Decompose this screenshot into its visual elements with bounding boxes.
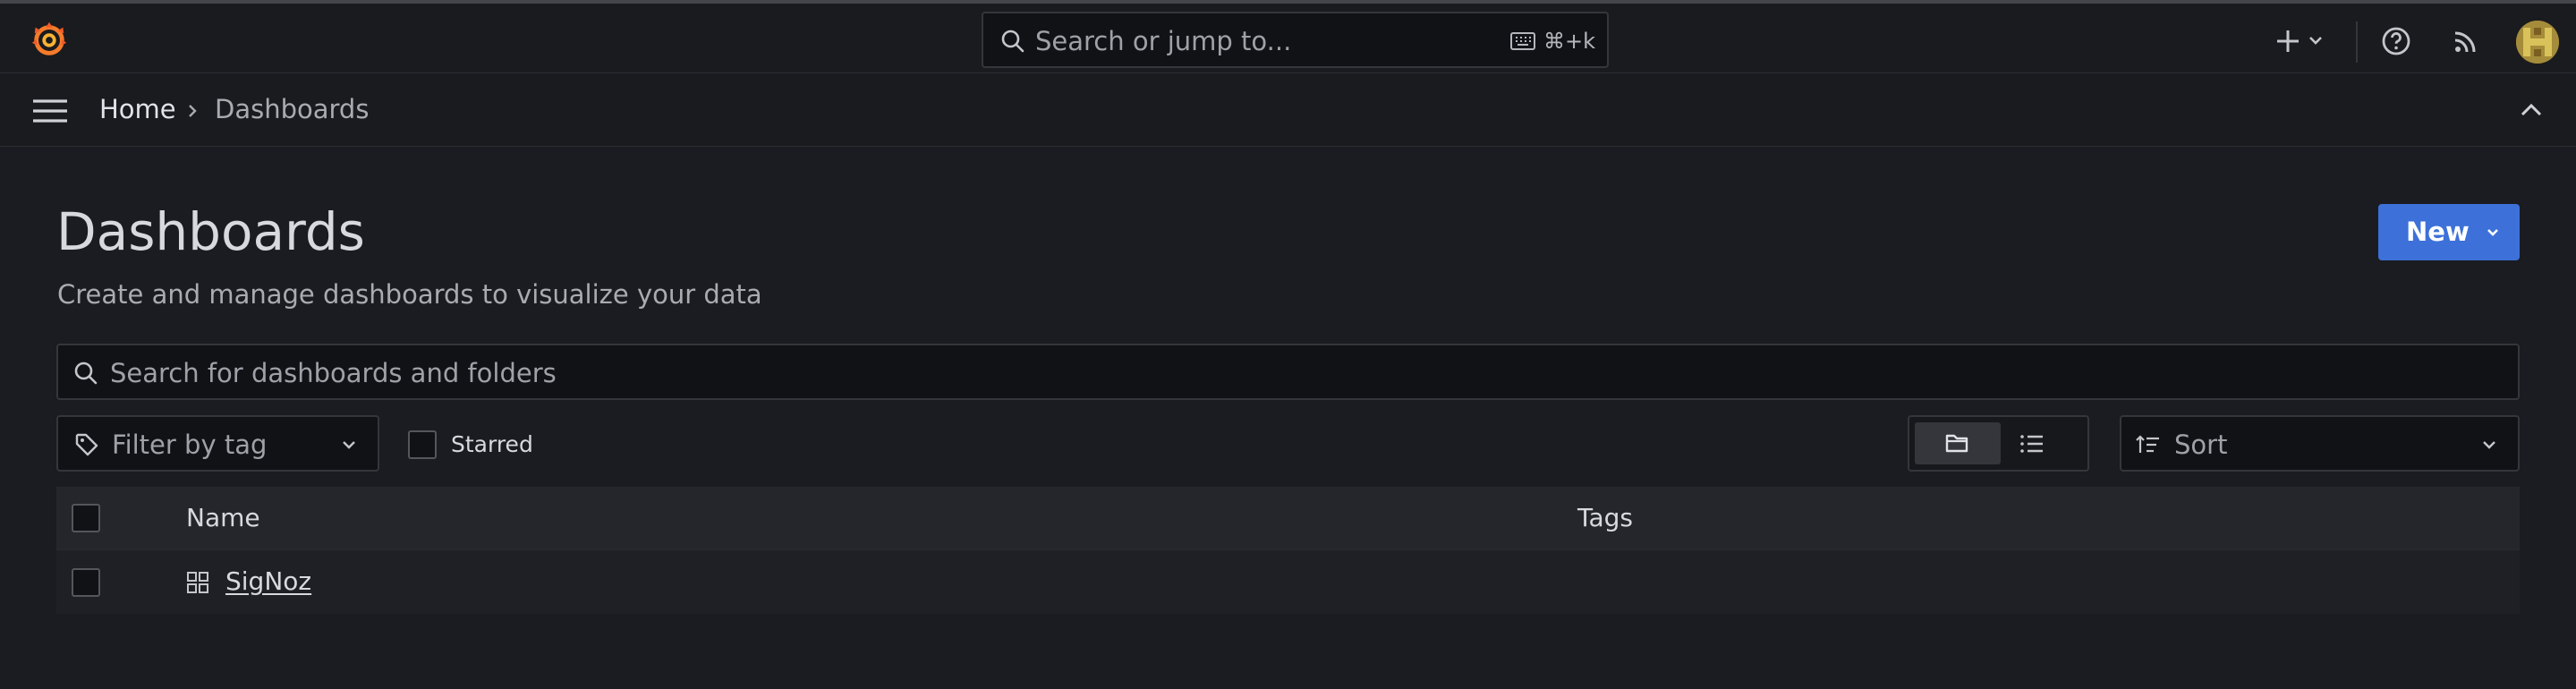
search-icon bbox=[74, 362, 98, 385]
starred-checkbox[interactable] bbox=[408, 430, 437, 459]
global-search-placeholder: Search or jump to... bbox=[1035, 26, 1292, 56]
help-icon[interactable] bbox=[2380, 25, 2412, 57]
column-header-name: Name bbox=[186, 503, 260, 532]
column-header-tags: Tags bbox=[1577, 503, 1633, 532]
row-checkbox[interactable] bbox=[72, 568, 100, 597]
add-menu-button[interactable] bbox=[2272, 23, 2329, 59]
table-row[interactable]: SigNoz bbox=[56, 549, 2520, 614]
global-search[interactable]: Search or jump to... ⌘+k bbox=[982, 12, 1609, 68]
dashboard-link[interactable]: SigNoz bbox=[225, 566, 311, 596]
breadcrumb-home[interactable]: Home bbox=[99, 94, 176, 124]
new-button-label: New bbox=[2406, 217, 2470, 247]
table-header: Name Tags bbox=[56, 487, 2520, 549]
search-icon bbox=[1001, 30, 1024, 53]
menu-icon[interactable] bbox=[31, 97, 69, 125]
starred-label[interactable]: Starred bbox=[451, 431, 533, 457]
tag-icon bbox=[75, 433, 98, 456]
grafana-logo-icon[interactable] bbox=[29, 19, 70, 60]
chevron-right-icon bbox=[189, 105, 197, 117]
page-title: Dashboards bbox=[56, 201, 365, 262]
select-all-checkbox[interactable] bbox=[72, 504, 100, 532]
dashboard-search-input[interactable]: Search for dashboards and folders bbox=[56, 344, 2520, 400]
new-button[interactable]: New bbox=[2378, 204, 2520, 260]
topbar-divider bbox=[2356, 21, 2358, 63]
tag-filter-select[interactable]: Filter by tag bbox=[56, 415, 379, 472]
breadcrumb-bar: Home Dashboards bbox=[0, 73, 2576, 147]
chevron-up-icon[interactable] bbox=[2518, 98, 2545, 122]
folder-view-button[interactable] bbox=[1915, 422, 2001, 464]
sort-placeholder: Sort bbox=[2174, 430, 2228, 460]
dashboard-search-placeholder: Search for dashboards and folders bbox=[110, 358, 557, 388]
sort-select[interactable]: Sort bbox=[2120, 415, 2520, 472]
avatar-identicon-icon bbox=[2516, 21, 2559, 64]
search-shortcut: ⌘+k bbox=[1543, 29, 1596, 54]
tag-filter-placeholder: Filter by tag bbox=[112, 430, 268, 460]
breadcrumb-current: Dashboards bbox=[215, 94, 370, 124]
page-subtitle: Create and manage dashboards to visualiz… bbox=[57, 279, 762, 310]
rss-icon[interactable] bbox=[2452, 27, 2480, 55]
chevron-down-icon bbox=[2487, 229, 2498, 236]
sort-icon bbox=[2136, 435, 2159, 453]
top-bar: Search or jump to... ⌘+k bbox=[0, 0, 2576, 73]
folder-icon bbox=[1945, 434, 1968, 453]
view-mode-toggle bbox=[1908, 415, 2089, 472]
dashboard-grid-icon bbox=[187, 572, 208, 593]
avatar[interactable] bbox=[2516, 21, 2559, 64]
dashboards-table: Name Tags SigNoz bbox=[56, 487, 2520, 614]
chevron-down-icon bbox=[343, 441, 355, 449]
chevron-down-icon bbox=[2483, 441, 2495, 449]
keyboard-icon bbox=[1510, 32, 1535, 50]
list-view-icon[interactable] bbox=[2019, 431, 2045, 456]
